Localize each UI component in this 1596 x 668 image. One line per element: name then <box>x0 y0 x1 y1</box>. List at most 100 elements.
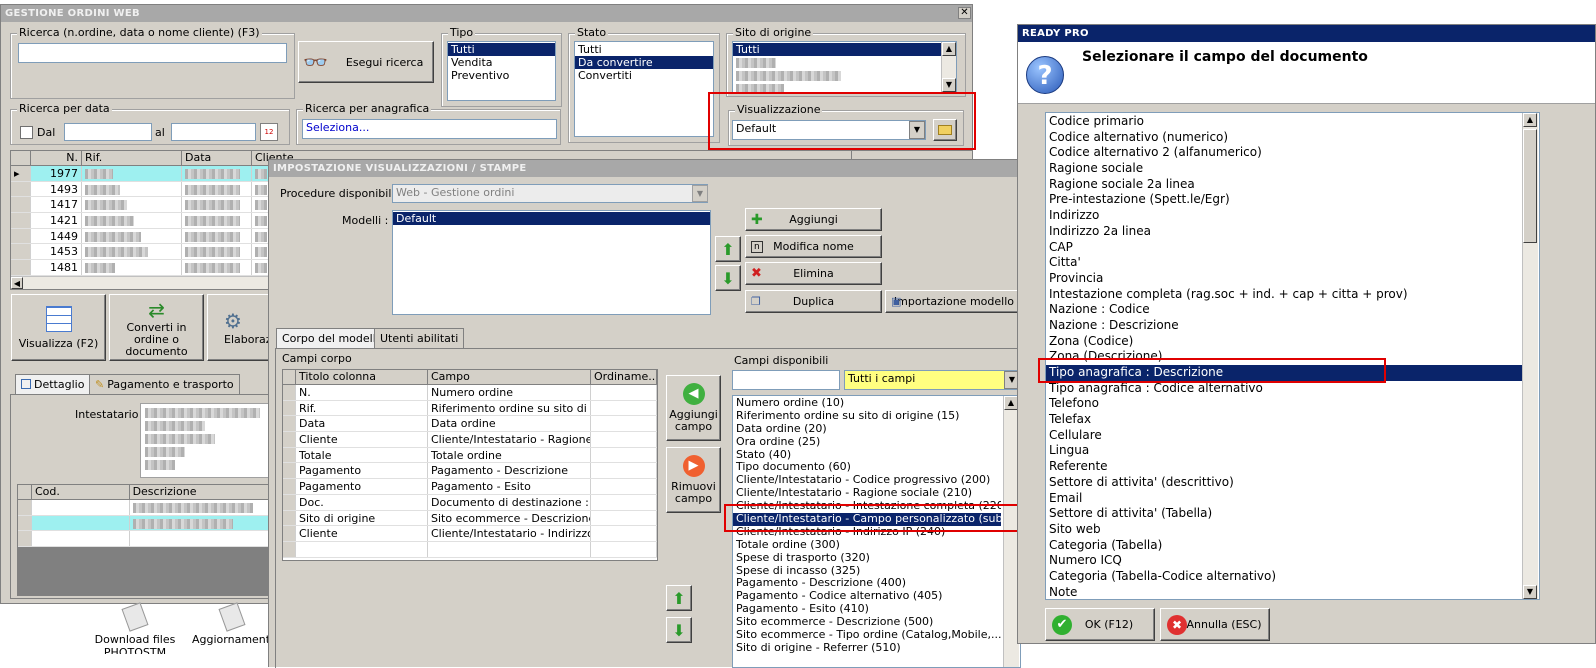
table-row[interactable]: Pagamento Pagamento - Descrizione <box>283 463 657 480</box>
campo-item[interactable]: Codice primario <box>1046 114 1522 130</box>
col-header[interactable]: Titolo colonna <box>296 370 428 384</box>
stato-item[interactable]: Tutti <box>575 43 713 56</box>
table-row[interactable]: Totale Totale ordine <box>283 447 657 464</box>
campo-item[interactable]: Provincia <box>1046 271 1522 287</box>
row-selector[interactable] <box>283 494 296 510</box>
date-from-input[interactable] <box>64 123 152 141</box>
sito-item[interactable]: Tutti <box>733 43 942 56</box>
anag-select-input[interactable]: Seleziona... <box>302 119 557 139</box>
stato-listbox[interactable]: Tutti Da convertire Convertiti <box>574 41 714 137</box>
campo-item[interactable]: Ragione sociale 2a linea <box>1046 177 1522 193</box>
converti-button[interactable]: ⇄ Converti in ordine o documento <box>109 294 204 361</box>
campo-item[interactable]: Lingua <box>1046 443 1522 459</box>
campi-corpo-grid[interactable]: Titolo colonna Campo Ordiname... N. Numer… <box>282 369 658 561</box>
campo-item[interactable]: Cellulare <box>1046 428 1522 444</box>
proc-select[interactable]: Web - Gestione ordini <box>392 184 708 203</box>
tab-pagamento[interactable]: ✎ Pagamento e trasporto <box>89 374 240 394</box>
aggiungi-button[interactable]: ✚ Aggiungi <box>745 208 882 231</box>
campo-disp-item[interactable]: Cliente/Intestatario - Ragione sociale (… <box>733 487 1001 500</box>
campo-item[interactable]: Codice alternativo 2 (alfanumerico) <box>1046 145 1522 161</box>
campo-disp-item[interactable]: Cliente/Intestatario - Codice progressiv… <box>733 474 1001 487</box>
calendar-icon[interactable]: 12 <box>260 123 278 141</box>
table-row[interactable] <box>18 531 269 548</box>
aggiungi-campo-button[interactable]: ◀ Aggiungi campo <box>666 375 721 441</box>
vis-select[interactable]: Default <box>732 120 926 140</box>
campo-disp-item[interactable]: Data ordine (20) <box>733 423 1001 436</box>
campo-disp-item[interactable]: Pagamento - Esito (410) <box>733 603 1001 616</box>
campo-disp-item[interactable]: Sito ecommerce - Descrizione (500) <box>733 616 1001 629</box>
campo-item[interactable]: Categoria (Tabella) <box>1046 538 1522 554</box>
campo-item[interactable]: Settore di attivita' (descrittivo) <box>1046 475 1522 491</box>
campo-disp-item[interactable]: Spese di incasso (325) <box>733 565 1001 578</box>
col-header[interactable]: N. <box>31 151 82 165</box>
visualizza-button[interactable]: Visualizza (F2) <box>11 294 106 361</box>
move-up-button[interactable]: ⬆ <box>715 236 741 262</box>
ok-button[interactable]: ✔ OK (F12) <box>1045 608 1155 641</box>
modifica-nome-button[interactable]: n Modifica nome <box>745 235 882 258</box>
field-up-button[interactable]: ⬆ <box>666 585 692 611</box>
elimina-button[interactable]: ✖ Elimina <box>745 262 882 285</box>
row-selector[interactable] <box>11 181 31 197</box>
col-header[interactable]: Ordiname... <box>591 370 657 384</box>
campo-scrollbar[interactable]: ▲ ▼ <box>1522 113 1538 599</box>
elabora-button[interactable]: ⚙ Elaboraz <box>207 294 272 361</box>
campo-item[interactable]: Nazione : Codice <box>1046 302 1522 318</box>
modelli-listbox[interactable]: Default <box>392 210 711 315</box>
campo-listbox[interactable]: Codice primario Codice alternativo (numer… <box>1045 112 1540 600</box>
chevron-down-icon[interactable]: ▼ <box>909 121 925 139</box>
campo-item[interactable]: Telefax <box>1046 412 1522 428</box>
campo-item[interactable]: Tipo anagrafica : Descrizione <box>1046 365 1522 381</box>
campo-disp-item[interactable]: Riferimento ordine su sito di origine (1… <box>733 410 1001 423</box>
campo-item[interactable]: Sito web <box>1046 522 1522 538</box>
row-selector[interactable] <box>283 526 296 541</box>
campo-disp-item[interactable]: Cliente/Intestatario - Indirizzo IP (240… <box>733 526 1001 539</box>
campo-disp-item[interactable]: Spese di trasporto (320) <box>733 552 1001 565</box>
campo-item[interactable]: Indirizzo <box>1046 208 1522 224</box>
campo-item[interactable]: Referente <box>1046 459 1522 475</box>
table-row[interactable] <box>283 541 657 558</box>
col-header[interactable]: Cod. <box>32 485 130 499</box>
row-selector[interactable] <box>283 447 296 463</box>
search-input[interactable] <box>18 43 287 63</box>
row-selector[interactable]: ▸ <box>11 166 31 181</box>
detail-grid[interactable]: Cod. Descrizione <box>17 484 270 596</box>
download-button[interactable]: Download files PHOTOSTM <box>90 602 180 665</box>
row-selector[interactable] <box>283 479 296 494</box>
sito-listbox[interactable]: Tutti ▲ ▼ <box>732 41 957 93</box>
campo-disp-item[interactable]: Sito di origine - Referrer (510) <box>733 642 1001 655</box>
campo-item[interactable]: Settore di attivita' (Tabella) <box>1046 506 1522 522</box>
campo-disp-item[interactable]: Pagamento - Codice alternativo (405) <box>733 590 1001 603</box>
campo-item[interactable]: Categoria (Tabella-Codice alternativo) <box>1046 569 1522 585</box>
orders-hscroll[interactable]: ◀ <box>11 276 270 289</box>
campo-item[interactable]: Zona (Codice) <box>1046 334 1522 350</box>
campo-item[interactable]: Zona (Descrizione) <box>1046 349 1522 365</box>
table-row[interactable]: Sito di origine Sito ecommerce - Descrizi… <box>283 510 657 527</box>
campo-item[interactable]: Nazione : Descrizione <box>1046 318 1522 334</box>
dal-checkbox[interactable] <box>20 126 33 139</box>
table-row[interactable]: Rif.Riferimento ordine su sito di ori... <box>283 400 657 417</box>
campo-item[interactable]: Tipo anagrafica : Codice alternativo <box>1046 381 1522 397</box>
move-down-button[interactable]: ⬇ <box>715 265 741 291</box>
campo-item[interactable]: CAP <box>1046 240 1522 256</box>
close-icon[interactable]: ✕ <box>958 7 971 19</box>
table-row[interactable]: Data Data ordine <box>283 416 657 433</box>
tipo-item[interactable]: Preventivo <box>448 69 555 82</box>
scroll-down-icon[interactable]: ▼ <box>942 78 956 92</box>
row-selector[interactable] <box>11 244 31 260</box>
tab-dettaglio[interactable]: Dettaglio <box>15 374 91 394</box>
sito-scrollbar[interactable]: ▲ ▼ <box>941 42 956 92</box>
scroll-up-icon[interactable]: ▲ <box>1523 113 1537 127</box>
rimuovi-campo-button[interactable]: ▶ Rimuovi campo <box>666 447 721 513</box>
row-selector[interactable] <box>283 400 296 416</box>
campo-item[interactable]: Indirizzo 2a linea <box>1046 224 1522 240</box>
annulla-button[interactable]: ✖ Annulla (ESC) <box>1160 608 1270 641</box>
campi-disp-listbox[interactable]: Numero ordine (10) Riferimento ordine su … <box>732 395 1021 668</box>
campo-disp-item[interactable]: Cliente/Intestatario - Campo personalizz… <box>733 513 1001 526</box>
campo-item[interactable]: Telefono <box>1046 396 1522 412</box>
campo-item[interactable]: Intestazione completa (rag.soc + ind. + … <box>1046 287 1522 303</box>
table-row[interactable]: Cliente Cliente/Intestatario - Indirizzo … <box>283 526 657 542</box>
importazione-button[interactable]: ▣ Importazione modello <box>885 290 1019 313</box>
scroll-up-icon[interactable]: ▲ <box>942 42 956 56</box>
col-header[interactable]: Campo <box>428 370 591 384</box>
row-selector[interactable] <box>11 213 31 228</box>
